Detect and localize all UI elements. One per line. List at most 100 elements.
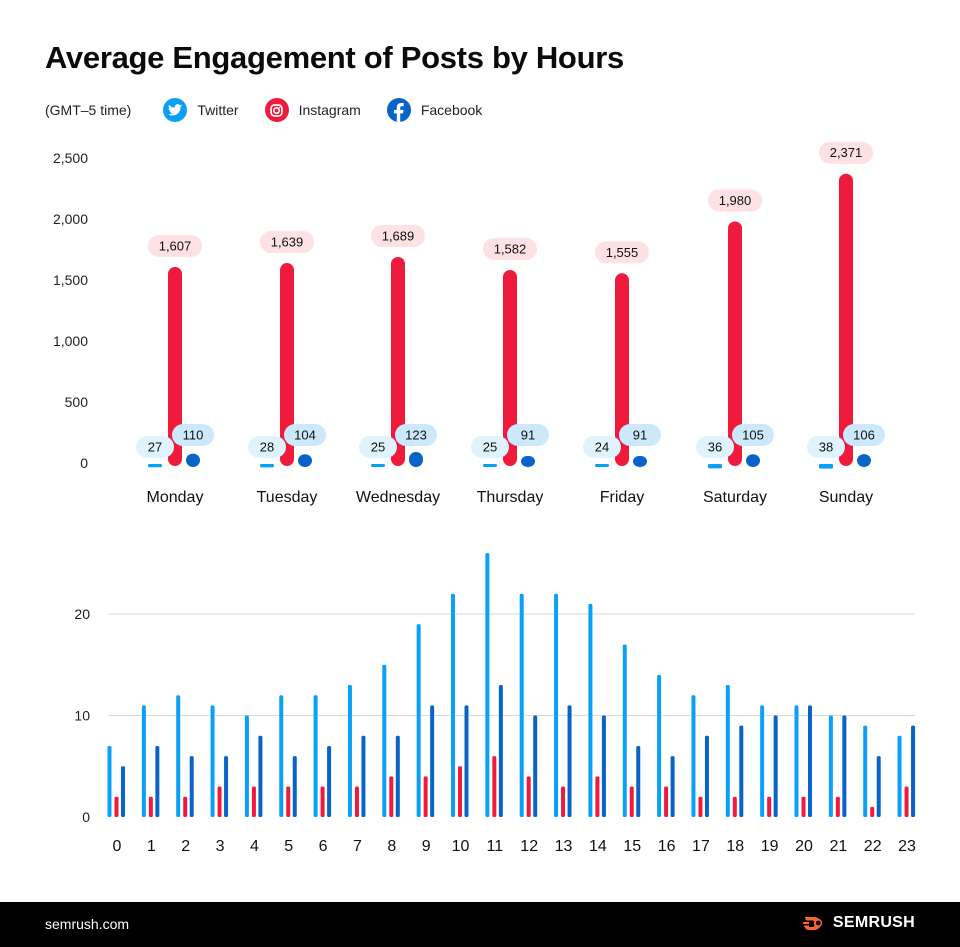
facebook-bar xyxy=(430,705,435,817)
day-label: Tuesday xyxy=(257,489,318,506)
twitter-bar xyxy=(148,464,162,468)
instagram-bar xyxy=(286,786,291,817)
hour-group-8: 8 xyxy=(382,664,400,855)
facebook-bar xyxy=(327,745,332,817)
instagram-bar xyxy=(389,776,394,817)
hour-group-22: 22 xyxy=(863,725,882,855)
footer: semrush.com SEMRUSH xyxy=(0,902,960,947)
twitter-bar xyxy=(819,464,833,469)
day-group-saturday: 1,980 36 105 Saturday xyxy=(696,189,774,506)
twitter-bar xyxy=(141,705,146,817)
facebook-bar xyxy=(121,766,125,817)
twitter-bar xyxy=(657,674,662,817)
twitter-bar xyxy=(588,603,593,817)
twitter-value-label: 25 xyxy=(483,440,497,455)
facebook-bar xyxy=(155,745,160,817)
facebook-bar xyxy=(842,715,847,817)
facebook-bar xyxy=(746,454,760,467)
instagram-bar xyxy=(767,796,772,817)
hour-group-3: 3 xyxy=(210,705,229,855)
twitter-bar xyxy=(725,685,730,817)
twitter-bar xyxy=(622,644,627,817)
twitter-bar xyxy=(897,735,902,817)
hour-label: 3 xyxy=(216,838,225,855)
facebook-bar xyxy=(409,451,423,467)
semrush-flame-icon xyxy=(802,917,823,930)
twitter-bar xyxy=(483,464,497,468)
facebook-bar xyxy=(670,756,675,817)
day-label: Thursday xyxy=(477,489,544,506)
facebook-bar xyxy=(361,735,366,817)
hour-group-15: 15 xyxy=(622,644,641,855)
instagram-bar xyxy=(114,796,119,817)
facebook-value-label: 104 xyxy=(294,428,316,443)
y-tick-label: 20 xyxy=(74,606,90,622)
hour-group-0: 0 xyxy=(107,745,125,855)
day-group-thursday: 1,582 25 91 Thursday xyxy=(471,237,549,506)
twitter-bar xyxy=(176,695,181,817)
facebook-bar xyxy=(911,725,916,817)
facebook-bar xyxy=(601,715,606,817)
hour-group-5: 5 xyxy=(279,695,297,855)
instagram-value-label: 1,980 xyxy=(719,193,752,208)
twitter-bar xyxy=(347,685,352,817)
twitter-bar xyxy=(595,464,609,467)
instagram-bar xyxy=(904,786,909,817)
hour-group-12: 12 xyxy=(519,593,538,855)
twitter-value-label: 36 xyxy=(708,440,722,455)
day-label: Wednesday xyxy=(356,489,440,506)
facebook-bar xyxy=(258,735,263,817)
facebook-value-label: 110 xyxy=(183,428,204,443)
instagram-bar xyxy=(732,796,737,817)
instagram-bar xyxy=(217,786,222,817)
hour-group-17: 17 xyxy=(691,695,710,855)
instagram-value-label: 1,639 xyxy=(271,235,304,250)
hour-group-6: 6 xyxy=(313,695,332,855)
facebook-value-label: 91 xyxy=(633,428,647,443)
hour-label: 12 xyxy=(520,838,538,855)
instagram-bar xyxy=(526,776,531,817)
hour-group-16: 16 xyxy=(657,674,676,855)
twitter-value-label: 28 xyxy=(260,440,274,455)
instagram-value-label: 1,555 xyxy=(606,245,639,260)
instagram-bar xyxy=(839,173,853,466)
facebook-value-label: 105 xyxy=(742,428,764,443)
instagram-bar xyxy=(183,796,188,817)
hour-group-18: 18 xyxy=(725,685,744,855)
footer-site-link[interactable]: semrush.com xyxy=(45,916,129,932)
hour-group-10: 10 xyxy=(451,593,470,855)
hour-label: 4 xyxy=(250,838,259,855)
day-group-tuesday: 1,639 28 104 Tuesday xyxy=(248,231,326,506)
instagram-bar xyxy=(423,776,428,817)
brand-name: SEMRUSH xyxy=(832,914,915,931)
hour-label: 18 xyxy=(726,838,744,855)
hour-group-1: 1 xyxy=(141,705,160,855)
twitter-bar xyxy=(828,715,833,817)
hour-label: 5 xyxy=(284,838,293,855)
day-group-sunday: 2,371 38 106 Sunday xyxy=(807,141,885,506)
instagram-bar xyxy=(561,786,566,817)
hour-label: 16 xyxy=(658,838,676,855)
hour-group-13: 13 xyxy=(554,593,573,855)
hour-group-4: 4 xyxy=(244,715,263,855)
y-tick-label: 1,500 xyxy=(53,272,88,288)
hour-label: 1 xyxy=(147,838,156,855)
instagram-bar xyxy=(320,786,325,817)
hour-label: 20 xyxy=(795,838,813,855)
twitter-bar xyxy=(382,664,387,817)
hour-group-2: 2 xyxy=(176,695,194,855)
hour-label: 11 xyxy=(487,838,504,855)
instagram-bar xyxy=(595,776,600,817)
hour-label: 0 xyxy=(113,838,122,855)
hour-group-20: 20 xyxy=(794,705,813,855)
day-group-friday: 1,555 24 91 Friday xyxy=(583,241,661,506)
y-tick-label: 0 xyxy=(82,809,90,825)
hour-group-23: 23 xyxy=(897,725,916,855)
facebook-value-label: 91 xyxy=(521,428,535,443)
twitter-bar xyxy=(260,464,274,468)
hour-label: 15 xyxy=(623,838,641,855)
hour-label: 17 xyxy=(692,838,710,855)
twitter-bar xyxy=(863,725,868,817)
facebook-bar xyxy=(857,454,871,467)
instagram-bar xyxy=(801,796,806,817)
